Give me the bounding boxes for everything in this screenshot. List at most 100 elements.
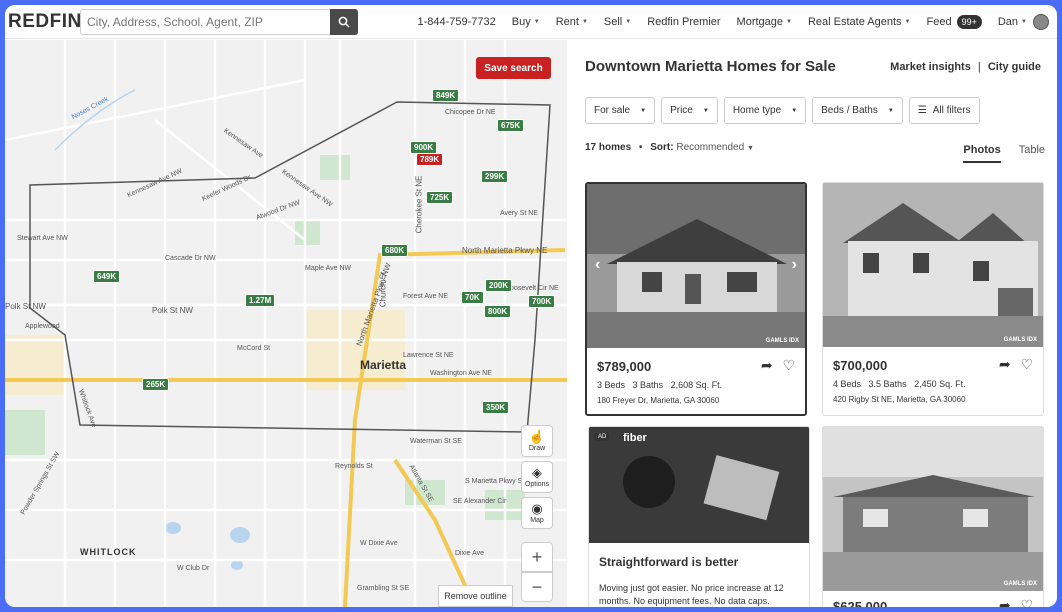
listing-card[interactable]: GAMLS IDX $625,000 ➦ ♡	[822, 426, 1044, 607]
price-marker-selected[interactable]: 789K	[416, 153, 444, 166]
all-filters-button[interactable]: ☰ All filters	[908, 97, 980, 124]
price-marker[interactable]: 675K	[497, 119, 525, 132]
price-marker[interactable]: 680K	[381, 244, 409, 257]
tab-photos[interactable]: Photos	[963, 144, 1001, 163]
price-marker[interactable]: 649K	[93, 270, 121, 283]
listing-actions: ➦ ♡	[761, 357, 795, 374]
map-canvas	[5, 40, 567, 607]
remove-outline-button[interactable]: Remove outline	[438, 585, 513, 607]
ad-card[interactable]: AD fiber Straightforward is better Movin…	[588, 426, 810, 607]
price-marker[interactable]: 350K	[482, 401, 510, 414]
view-tabs: Photos Table	[963, 144, 1045, 163]
house-photo	[587, 184, 805, 348]
mls-watermark: GAMLS IDX	[1003, 337, 1037, 343]
nav-sell[interactable]: Sell ▼	[604, 16, 631, 28]
price-filter[interactable]: Price ▼	[661, 97, 718, 124]
chevron-down-icon: ▼	[581, 19, 588, 25]
nav-real-estate-agents[interactable]: Real Estate Agents ▼	[808, 16, 911, 28]
price-marker[interactable]: 725K	[426, 191, 454, 204]
map-street-label: Polk St NW	[5, 302, 46, 311]
chevron-down-icon: ▼	[887, 107, 894, 114]
market-insights-link[interactable]: Market insights	[890, 61, 971, 73]
share-icon[interactable]: ➦	[761, 357, 773, 373]
map-street-label: Reynolds St	[335, 463, 373, 470]
nav-buy[interactable]: Buy ▼	[512, 16, 540, 28]
zoom-out-button[interactable]: −	[521, 572, 553, 602]
search-button[interactable]	[330, 9, 358, 35]
next-photo-icon[interactable]: ›	[792, 256, 797, 274]
home-type-filter[interactable]: Home type ▼	[723, 97, 807, 124]
listing-address: 180 Freyer Dr, Marietta, GA 30060	[597, 396, 720, 405]
filter-label: Price	[670, 105, 693, 116]
prev-photo-icon[interactable]: ‹	[595, 256, 600, 274]
filter-label: Beds / Baths	[821, 105, 878, 116]
listing-card[interactable]: GAMLS IDX $700,000 ➦ ♡ 4 Beds 3.5 Baths …	[822, 182, 1044, 416]
layers-icon: ◈	[532, 465, 542, 480]
panel-links: Market insights | City guide	[890, 61, 1041, 73]
nav-redfin-premier[interactable]: Redfin Premier	[647, 16, 720, 28]
mls-watermark: GAMLS IDX	[765, 338, 799, 344]
ad-photo[interactable]: AD fiber	[589, 427, 809, 543]
map-street-label: Waterman St SE	[410, 438, 462, 445]
sort-value: Recommended	[676, 142, 745, 153]
map-street-label: Stewart Ave NW	[17, 235, 68, 242]
map-street-label: Roosevelt Cir NE	[505, 285, 559, 292]
heart-icon[interactable]: ♡	[1020, 356, 1033, 372]
chevron-down-icon: ▼	[746, 145, 754, 152]
price-marker[interactable]: 1.27M	[245, 294, 276, 307]
nav-rent-label: Rent	[555, 16, 579, 28]
listing-beds: 3 Beds	[597, 380, 626, 390]
heart-icon[interactable]: ♡	[1020, 597, 1033, 607]
listing-stats: 4 Beds 3.5 Baths 2,450 Sq. Ft.	[833, 379, 966, 389]
map-street-label: Applewood	[25, 323, 60, 330]
map-city-label: Marietta	[360, 358, 407, 372]
listing-card[interactable]: ‹ › GAMLS IDX $789,000 ➦ ♡ 3 Beds 3 Bath…	[585, 182, 807, 416]
sort-dropdown[interactable]: Recommended ▼	[676, 142, 754, 153]
for-sale-filter[interactable]: For sale ▼	[585, 97, 656, 124]
listing-photo[interactable]: ‹ › GAMLS IDX	[587, 184, 805, 348]
heart-icon[interactable]: ♡	[782, 357, 795, 373]
listing-photo[interactable]: GAMLS IDX	[823, 427, 1043, 591]
house-photo	[823, 427, 1043, 591]
search-input[interactable]	[80, 9, 330, 35]
share-icon[interactable]: ➦	[999, 597, 1011, 607]
map-street-label: Forest Ave NE	[403, 293, 449, 300]
share-icon[interactable]: ➦	[999, 356, 1011, 372]
listing-actions: ➦ ♡	[999, 356, 1033, 373]
globe-icon: ◉	[531, 501, 543, 516]
tab-table[interactable]: Table	[1019, 144, 1045, 163]
map-view[interactable]: Noses Creek Kennesaw Ave Kennesaw Ave NW…	[5, 40, 567, 607]
nav-mortgage[interactable]: Mortgage ▼	[737, 16, 792, 28]
ad-image	[589, 427, 809, 543]
city-guide-link[interactable]: City guide	[988, 61, 1041, 73]
listing-sqft: 2,450 Sq. Ft.	[914, 379, 966, 389]
nav-feed[interactable]: Feed 99+	[927, 15, 982, 29]
price-marker[interactable]: 849K	[432, 89, 460, 102]
nav-mortgage-label: Mortgage	[736, 16, 784, 28]
listing-photo[interactable]: GAMLS IDX	[823, 183, 1043, 347]
save-search-button[interactable]: Save search	[476, 57, 551, 79]
chevron-down-icon: ▼	[791, 107, 798, 114]
redfin-logo[interactable]: REDFIN	[8, 11, 82, 33]
chevron-down-icon: ▼	[533, 19, 540, 25]
options-button[interactable]: ◈ Options	[521, 461, 553, 493]
price-marker[interactable]: 800K	[484, 305, 512, 318]
price-marker[interactable]: 299K	[481, 170, 509, 183]
draw-button[interactable]: ☝ Draw	[521, 425, 553, 457]
price-marker[interactable]: 70K	[461, 291, 484, 304]
nav-rent[interactable]: Rent ▼	[556, 16, 588, 28]
map-type-button[interactable]: ◉ Map	[521, 497, 553, 529]
listing-price: $625,000	[833, 599, 888, 607]
price-marker[interactable]: 200K	[485, 279, 513, 292]
beds-baths-filter[interactable]: Beds / Baths ▼	[812, 97, 903, 124]
phone-link[interactable]: 1-844-759-7732	[417, 16, 495, 28]
map-street-label: W Club Dr	[177, 565, 210, 572]
map-street-label: Cherokee St NE	[414, 175, 424, 234]
price-marker[interactable]: 265K	[142, 378, 170, 391]
user-menu[interactable]: Dan ▼	[998, 14, 1049, 30]
ad-badge: AD	[595, 433, 610, 441]
price-marker[interactable]: 700K	[528, 295, 556, 308]
map-street-label: S Marietta Pkwy SE	[465, 478, 527, 485]
listing-baths: 3 Baths	[632, 380, 664, 390]
zoom-in-button[interactable]: +	[521, 542, 553, 572]
